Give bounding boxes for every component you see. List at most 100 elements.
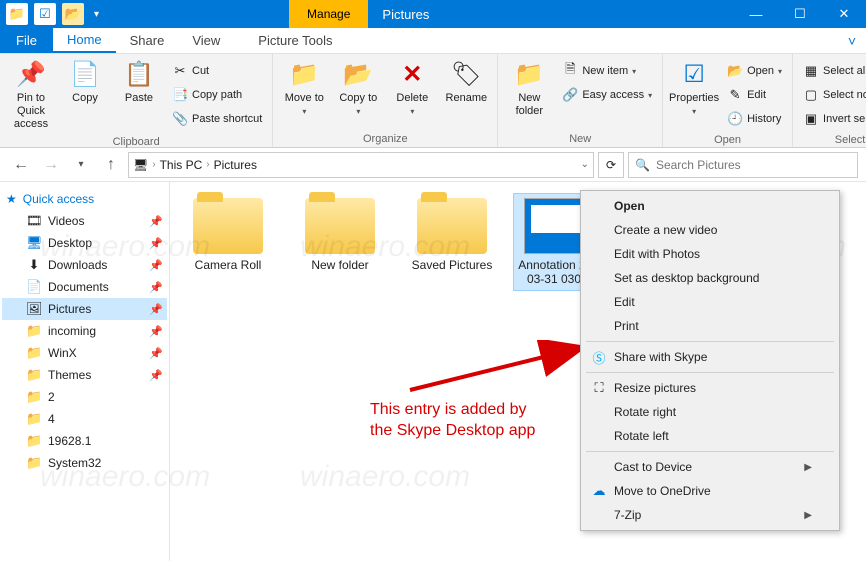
- tab-file[interactable]: File: [0, 28, 53, 53]
- file-item-new-folder[interactable]: New folder: [290, 194, 390, 276]
- star-icon: ★: [6, 192, 17, 206]
- ribbon-group-organize: 📁Move to▾ 📂Copy to▾ ✕Delete▾ 🏷Rename Org…: [273, 54, 498, 147]
- desktop-icon: 🖥: [26, 235, 42, 251]
- easy-access-button[interactable]: 🔗Easy access ▾: [562, 84, 652, 106]
- ctx-cast[interactable]: Cast to Device▶: [584, 455, 836, 479]
- documents-icon: 📄: [26, 279, 42, 295]
- invert-selection-button[interactable]: ▣Invert selection: [803, 108, 866, 130]
- pin-icon: 📌: [149, 325, 163, 338]
- sidebar-item-4[interactable]: 📁4: [2, 408, 167, 430]
- folder-icon: 📁: [26, 455, 42, 471]
- folder-icon: 📁: [26, 367, 42, 383]
- tab-picture-tools[interactable]: Picture Tools: [244, 28, 346, 53]
- chevron-right-icon[interactable]: ›: [206, 159, 209, 170]
- ctx-create-video[interactable]: Create a new video: [584, 218, 836, 242]
- sidebar-item-downloads[interactable]: ⬇Downloads📌: [2, 254, 167, 276]
- file-item-saved-pictures[interactable]: Saved Pictures: [402, 194, 502, 276]
- pin-icon: 📌: [149, 259, 163, 272]
- search-input[interactable]: 🔍 Search Pictures: [628, 152, 858, 178]
- ctx-rotate-right[interactable]: Rotate right: [584, 400, 836, 424]
- sidebar-item-system32[interactable]: 📁System32: [2, 452, 167, 474]
- sidebar-quick-access[interactable]: ★Quick access: [2, 188, 167, 210]
- breadcrumb-pictures[interactable]: Pictures: [214, 158, 257, 172]
- refresh-button[interactable]: ⟳: [598, 152, 624, 178]
- history-button[interactable]: 🕘History: [727, 108, 782, 130]
- ctx-onedrive[interactable]: ☁Move to OneDrive: [584, 479, 836, 503]
- edit-button[interactable]: ✎Edit: [727, 84, 782, 106]
- pin-icon: 📌: [149, 215, 163, 228]
- copy-button[interactable]: 📄Copy: [60, 58, 110, 107]
- open-button[interactable]: 📂Open ▾: [727, 60, 782, 82]
- rename-button[interactable]: 🏷Rename: [441, 58, 491, 107]
- pc-icon: 🖥: [133, 158, 148, 172]
- file-item-camera-roll[interactable]: Camera Roll: [178, 194, 278, 276]
- sidebar-item-19628[interactable]: 📁19628.1: [2, 430, 167, 452]
- back-button[interactable]: ←: [8, 152, 34, 178]
- close-button[interactable]: ✕: [822, 0, 866, 28]
- new-item-button[interactable]: 🗎New item ▾: [562, 60, 652, 82]
- downloads-icon: ⬇: [26, 257, 42, 273]
- annotation-text: This entry is added by the Skype Desktop…: [370, 400, 535, 442]
- ribbon: 📌Pin to Quick access 📄Copy 📋Paste ✂Cut 📑…: [0, 54, 866, 148]
- paste-button[interactable]: 📋Paste: [114, 58, 164, 107]
- breadcrumb-thispc[interactable]: This PC: [160, 158, 203, 172]
- copy-to-button[interactable]: 📂Copy to▾: [333, 58, 383, 119]
- ctx-open[interactable]: Open: [584, 194, 836, 218]
- sidebar-item-winx[interactable]: 📁WinX📌: [2, 342, 167, 364]
- paste-shortcut-button[interactable]: 📎Paste shortcut: [172, 108, 262, 130]
- new-folder-button[interactable]: 📁New folder: [504, 58, 554, 120]
- sidebar-item-themes[interactable]: 📁Themes📌: [2, 364, 167, 386]
- ctx-edit[interactable]: Edit: [584, 290, 836, 314]
- ctx-7zip[interactable]: 7-Zip▶: [584, 503, 836, 527]
- sidebar-item-incoming[interactable]: 📁incoming📌: [2, 320, 167, 342]
- pin-quickaccess-button[interactable]: 📌Pin to Quick access: [6, 58, 56, 134]
- folder-app-icon[interactable]: 📁: [6, 3, 28, 25]
- sidebar-item-pictures[interactable]: 🖼Pictures📌: [2, 298, 167, 320]
- ctx-edit-photos[interactable]: Edit with Photos: [584, 242, 836, 266]
- sidebar-item-2[interactable]: 📁2: [2, 386, 167, 408]
- selectall-icon: ▦: [803, 63, 819, 79]
- delete-button[interactable]: ✕Delete▾: [387, 58, 437, 119]
- ribbon-group-open: ☑Properties▾ 📂Open ▾ ✎Edit 🕘History Open: [663, 54, 793, 147]
- tab-share[interactable]: Share: [116, 28, 179, 53]
- select-none-button[interactable]: ▢Select none: [803, 84, 866, 106]
- tab-view[interactable]: View: [178, 28, 234, 53]
- sidebar-item-videos[interactable]: 🎞Videos📌: [2, 210, 167, 232]
- ctx-set-background[interactable]: Set as desktop background: [584, 266, 836, 290]
- copy-path-button[interactable]: 📑Copy path: [172, 84, 262, 106]
- sidebar-item-desktop[interactable]: 🖥Desktop📌: [2, 232, 167, 254]
- videos-icon: 🎞: [26, 213, 42, 229]
- chevron-right-icon[interactable]: ›: [152, 159, 155, 170]
- cut-button[interactable]: ✂Cut: [172, 60, 262, 82]
- chevron-right-icon: ▶: [804, 462, 812, 473]
- tab-home[interactable]: Home: [53, 28, 116, 53]
- address-dropdown-icon[interactable]: ⌄: [581, 159, 589, 170]
- navigation-row: ← → ▾ ↑ 🖥 › This PC › Pictures ⌄ ⟳ 🔍 Sea…: [0, 148, 866, 182]
- select-all-button[interactable]: ▦Select all: [803, 60, 866, 82]
- sidebar-item-documents[interactable]: 📄Documents📌: [2, 276, 167, 298]
- move-to-button[interactable]: 📁Move to▾: [279, 58, 329, 119]
- ctx-rotate-left[interactable]: Rotate left: [584, 424, 836, 448]
- pin-icon: 📌: [149, 281, 163, 294]
- history-icon: 🕘: [727, 111, 743, 127]
- forward-button[interactable]: →: [38, 152, 64, 178]
- folder-icon: [305, 198, 375, 254]
- qat-customize-icon[interactable]: ▾: [90, 9, 103, 20]
- folder-icon: 📁: [26, 389, 42, 405]
- recent-locations-button[interactable]: ▾: [68, 152, 94, 178]
- ctx-resize[interactable]: ⛶Resize pictures: [584, 376, 836, 400]
- ctx-share-skype[interactable]: ⓈShare with Skype: [584, 345, 836, 369]
- minimize-button[interactable]: —: [734, 0, 778, 28]
- ribbon-group-new: 📁New folder 🗎New item ▾ 🔗Easy access ▾ N…: [498, 54, 663, 147]
- address-bar[interactable]: 🖥 › This PC › Pictures ⌄: [128, 152, 594, 178]
- up-button[interactable]: ↑: [98, 152, 124, 178]
- ribbon-expand-icon[interactable]: ˅: [838, 28, 866, 53]
- contextual-tab-manage[interactable]: Manage: [289, 0, 368, 28]
- qat-properties-icon[interactable]: ☑: [34, 3, 56, 25]
- ctx-separator: [586, 372, 834, 373]
- maximize-button[interactable]: ☐: [778, 0, 822, 28]
- ctx-print[interactable]: Print: [584, 314, 836, 338]
- pin-icon: 📌: [149, 303, 163, 316]
- properties-button[interactable]: ☑Properties▾: [669, 58, 719, 119]
- qat-newfolder-icon[interactable]: 📂: [62, 3, 84, 25]
